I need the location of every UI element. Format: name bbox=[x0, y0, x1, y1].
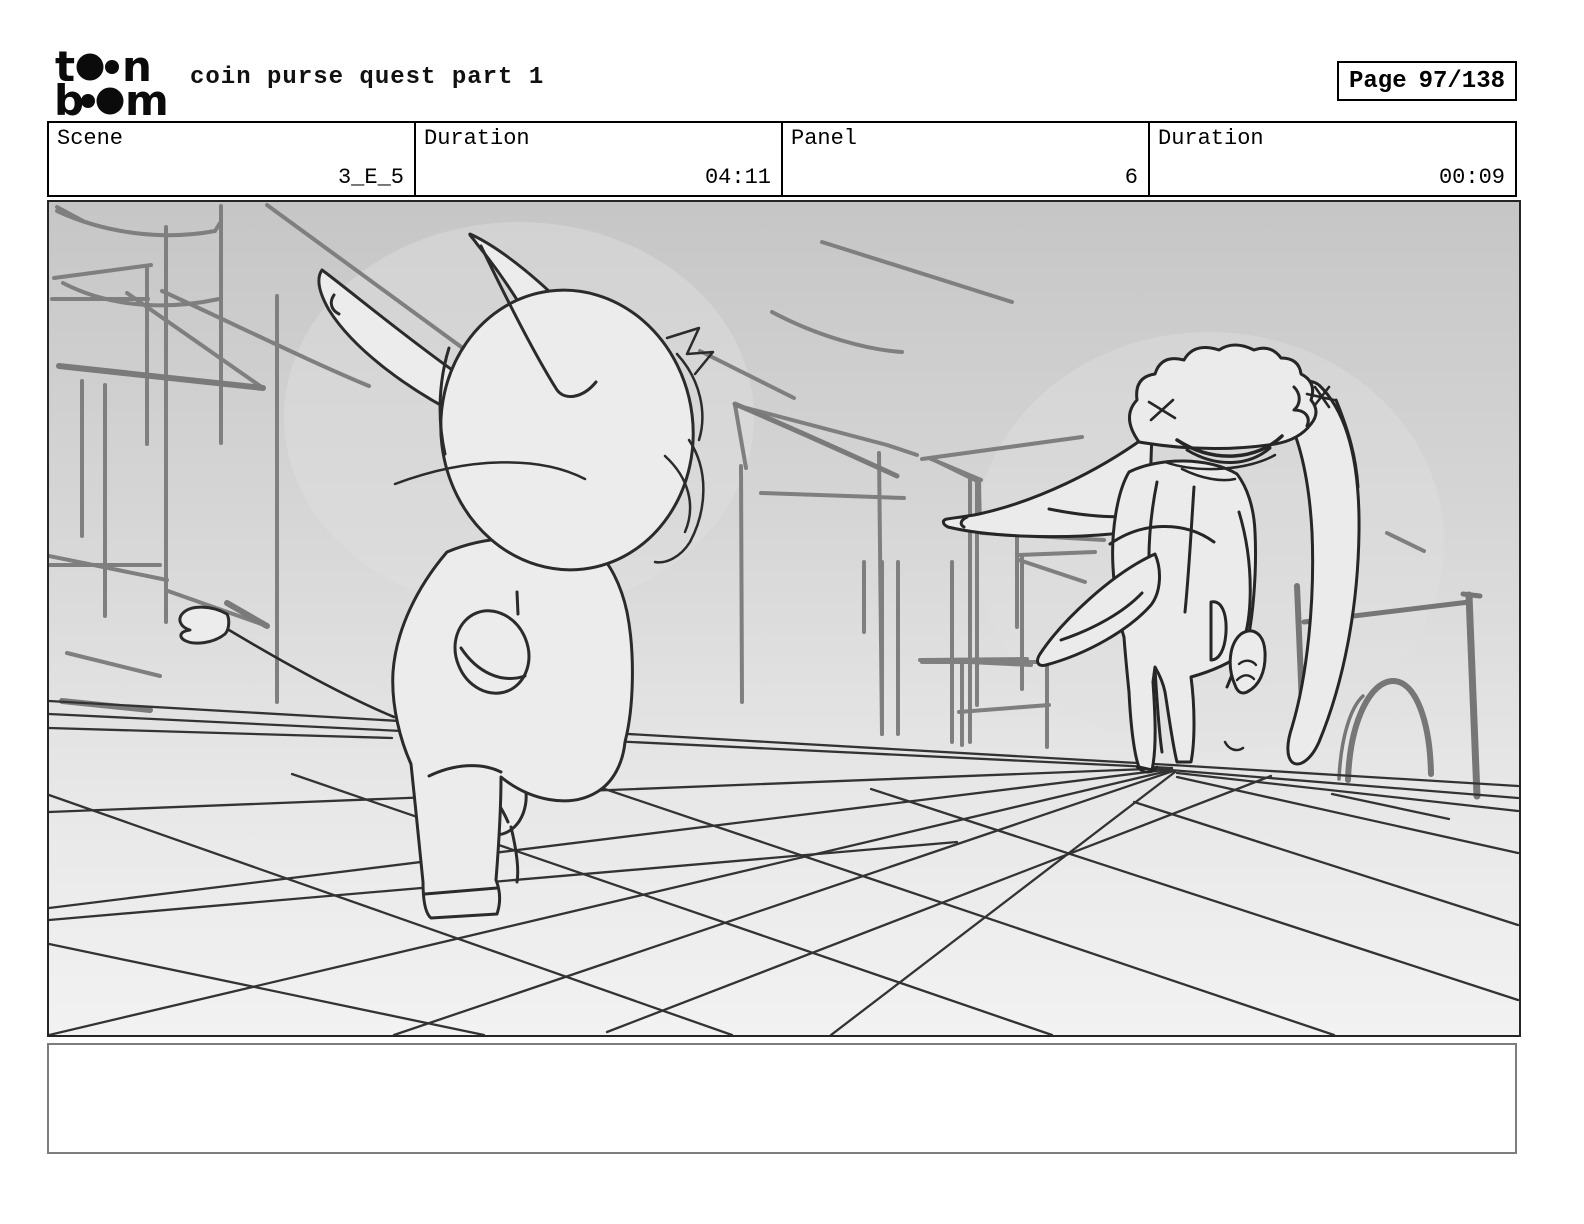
scene-duration-value: 04:11 bbox=[704, 165, 771, 190]
panel-number-cell: Panel 6 bbox=[783, 123, 1150, 195]
panel-duration-label: Duration bbox=[1158, 126, 1264, 151]
logo-big-dot-2 bbox=[96, 87, 124, 115]
logo-letter-b: b bbox=[54, 76, 84, 120]
logo-line-2: b m bbox=[54, 76, 169, 120]
panel-duration-cell: Duration 00:09 bbox=[1150, 123, 1515, 195]
page-number-box: Page 97/138 bbox=[1337, 61, 1517, 101]
panel-number-label: Panel bbox=[791, 126, 858, 151]
scene-duration-label: Duration bbox=[424, 126, 530, 151]
panel-number-value: 6 bbox=[1124, 165, 1138, 190]
storyboard-panel-image bbox=[47, 200, 1521, 1037]
caption-box bbox=[47, 1043, 1517, 1154]
scene-label: Scene bbox=[57, 126, 124, 151]
page-value: 97/138 bbox=[1418, 67, 1505, 95]
logo-small-dot-2 bbox=[81, 94, 95, 108]
panel-info-row: Scene 3_E_5 Duration 04:11 Panel 6 Durat… bbox=[47, 121, 1517, 197]
storyboard-sketch bbox=[49, 202, 1519, 1035]
toonboom-logo: t n b m bbox=[54, 48, 169, 120]
logo-letter-m: m bbox=[125, 76, 169, 120]
panel-duration-value: 00:09 bbox=[1438, 165, 1505, 190]
logo-small-dot-1 bbox=[105, 60, 119, 74]
project-title: coin purse quest part 1 bbox=[190, 64, 545, 91]
left-character-hand bbox=[178, 605, 231, 645]
storyboard-export-page: t n b m coin purse quest part 1 Page 97/… bbox=[0, 0, 1584, 1224]
scene-value: 3_E_5 bbox=[337, 165, 404, 190]
scene-duration-cell: Duration 04:11 bbox=[416, 123, 783, 195]
page-label: Page bbox=[1349, 67, 1407, 95]
scene-cell: Scene 3_E_5 bbox=[49, 123, 416, 195]
